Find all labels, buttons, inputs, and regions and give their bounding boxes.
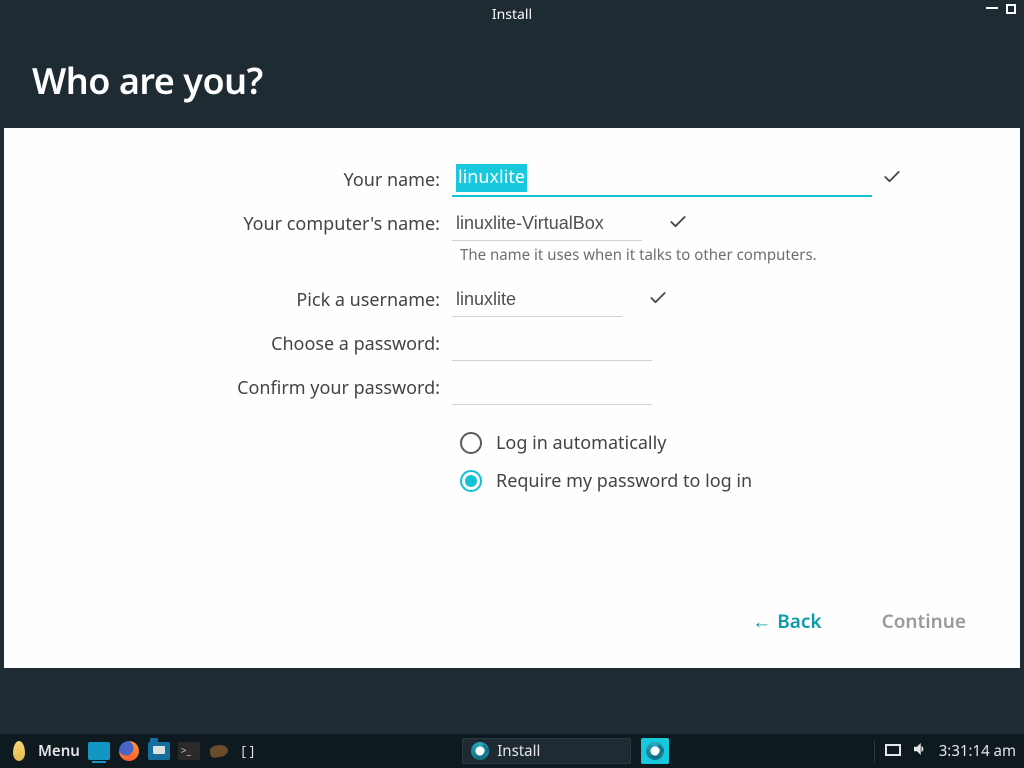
app-icon[interactable]: [208, 740, 230, 762]
continue-button[interactable]: Continue: [882, 608, 966, 634]
login-require-radio[interactable]: Require my password to log in: [460, 469, 962, 493]
password-label: Choose a password:: [62, 332, 452, 356]
check-icon: [882, 167, 902, 192]
login-mode-group: Log in automatically Require my password…: [460, 431, 962, 493]
installer-icon: [471, 742, 489, 760]
window-title: Install: [492, 5, 532, 24]
installer-icon: [646, 742, 664, 760]
show-desktop-icon[interactable]: [88, 740, 110, 762]
installer-panel: Your name: linuxlite Your computer's nam…: [4, 128, 1020, 668]
page-heading: Who are you?: [32, 56, 992, 105]
distro-menu-icon[interactable]: [8, 740, 30, 762]
check-icon: [648, 288, 668, 313]
username-label: Pick a username:: [62, 288, 452, 312]
check-icon: [668, 212, 688, 237]
taskbar-pinned-installer[interactable]: [641, 738, 669, 764]
login-require-label: Require my password to log in: [496, 469, 752, 493]
username-input[interactable]: [452, 283, 622, 317]
workspace-indicator[interactable]: [ ]: [238, 742, 258, 760]
password-input[interactable]: [452, 327, 652, 361]
your-name-label: Your name:: [62, 168, 452, 192]
taskbar: Menu [ ] Install 3:31:14 am: [0, 734, 1024, 768]
window-maximize-button[interactable]: [1006, 4, 1016, 14]
hostname-input[interactable]: [452, 207, 642, 241]
installer-header: Who are you?: [0, 28, 1024, 128]
confirm-password-input[interactable]: [452, 371, 652, 405]
window-titlebar: Install: [0, 0, 1024, 28]
taskbar-app-install[interactable]: Install: [462, 738, 631, 764]
radio-icon: [460, 432, 482, 454]
your-name-input[interactable]: [452, 162, 872, 197]
back-button[interactable]: ←Back: [752, 608, 821, 634]
login-auto-label: Log in automatically: [496, 431, 666, 455]
tray-display-icon[interactable]: [885, 741, 901, 761]
confirm-password-label: Confirm your password:: [62, 376, 452, 400]
terminal-icon[interactable]: [178, 740, 200, 762]
login-auto-radio[interactable]: Log in automatically: [460, 431, 962, 455]
window-minimize-button[interactable]: [986, 7, 998, 9]
hostname-label: Your computer's name:: [62, 212, 452, 236]
tray-volume-icon[interactable]: [911, 740, 929, 763]
taskbar-app-label: Install: [497, 741, 540, 761]
file-manager-icon[interactable]: [148, 740, 170, 762]
hostname-hint: The name it uses when it talks to other …: [460, 245, 962, 265]
arrow-left-icon: ←: [752, 608, 771, 634]
tray-clock[interactable]: 3:31:14 am: [939, 741, 1016, 761]
firefox-icon[interactable]: [118, 740, 140, 762]
menu-button[interactable]: Menu: [38, 741, 80, 761]
radio-icon: [460, 470, 482, 492]
